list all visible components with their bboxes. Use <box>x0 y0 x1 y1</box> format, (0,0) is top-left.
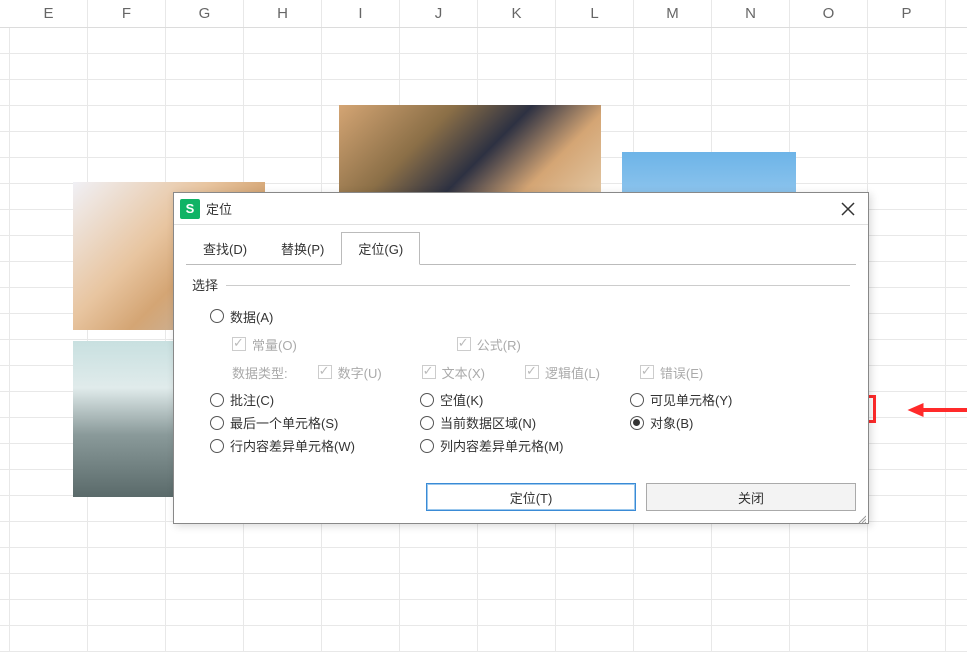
dialog-footer: 定位(T) 关闭 <box>174 473 868 523</box>
goto-dialog: S 定位 查找(D) 替换(P) 定位(G) 选择 数据(A) 常量(O) <box>173 192 869 524</box>
col-header[interactable]: E <box>10 0 88 27</box>
tab-goto[interactable]: 定位(G) <box>341 232 420 265</box>
col-header[interactable]: N <box>712 0 790 27</box>
radio-row-diff[interactable]: 行内容差异单元格(W) <box>210 436 420 455</box>
col-header[interactable]: L <box>556 0 634 27</box>
radio-last-cell[interactable]: 最后一个单元格(S) <box>210 413 420 432</box>
check-formula: 公式(R) <box>457 335 521 354</box>
col-header[interactable]: H <box>244 0 322 27</box>
col-header[interactable]: M <box>634 0 712 27</box>
check-logic: 逻辑值(L) <box>525 363 600 382</box>
embedded-image-4[interactable] <box>73 341 177 497</box>
check-text: 文本(X) <box>422 363 485 382</box>
close-icon <box>841 202 855 216</box>
resize-grip[interactable] <box>856 511 866 521</box>
tab-find[interactable]: 查找(D) <box>186 232 264 265</box>
section-label: 选择 <box>192 275 850 294</box>
label-data-type: 数据类型: <box>232 363 288 382</box>
close-button[interactable] <box>832 195 864 223</box>
column-headers: E F G H I J K L M N O P <box>0 0 967 28</box>
locate-button[interactable]: 定位(T) <box>426 483 636 511</box>
radio-visible-cells[interactable]: 可见单元格(Y) <box>630 390 840 409</box>
col-header[interactable]: P <box>868 0 946 27</box>
tabs: 查找(D) 替换(P) 定位(G) <box>174 225 868 264</box>
col-header[interactable]: I <box>322 0 400 27</box>
col-header[interactable]: F <box>88 0 166 27</box>
col-header[interactable]: K <box>478 0 556 27</box>
close-dialog-button[interactable]: 关闭 <box>646 483 856 511</box>
radio-blanks[interactable]: 空值(K) <box>420 390 630 409</box>
check-number: 数字(U) <box>318 363 382 382</box>
radio-comments[interactable]: 批注(C) <box>210 390 420 409</box>
dialog-titlebar[interactable]: S 定位 <box>174 193 868 225</box>
col-header[interactable]: J <box>400 0 478 27</box>
dialog-title: 定位 <box>206 199 832 218</box>
radio-data[interactable]: 数据(A) <box>210 307 273 326</box>
tab-replace[interactable]: 替换(P) <box>264 232 341 265</box>
col-header[interactable]: O <box>790 0 868 27</box>
radio-col-diff[interactable]: 列内容差异单元格(M) <box>420 436 630 455</box>
radio-objects[interactable]: 对象(B) <box>630 413 840 432</box>
radio-current-region[interactable]: 当前数据区域(N) <box>420 413 630 432</box>
app-icon: S <box>180 199 200 219</box>
col-header[interactable]: G <box>166 0 244 27</box>
dialog-body: 选择 数据(A) 常量(O) 公式(R) 数据类型: <box>186 264 856 473</box>
check-error: 错误(E) <box>640 363 703 382</box>
check-constants: 常量(O) <box>232 335 297 354</box>
